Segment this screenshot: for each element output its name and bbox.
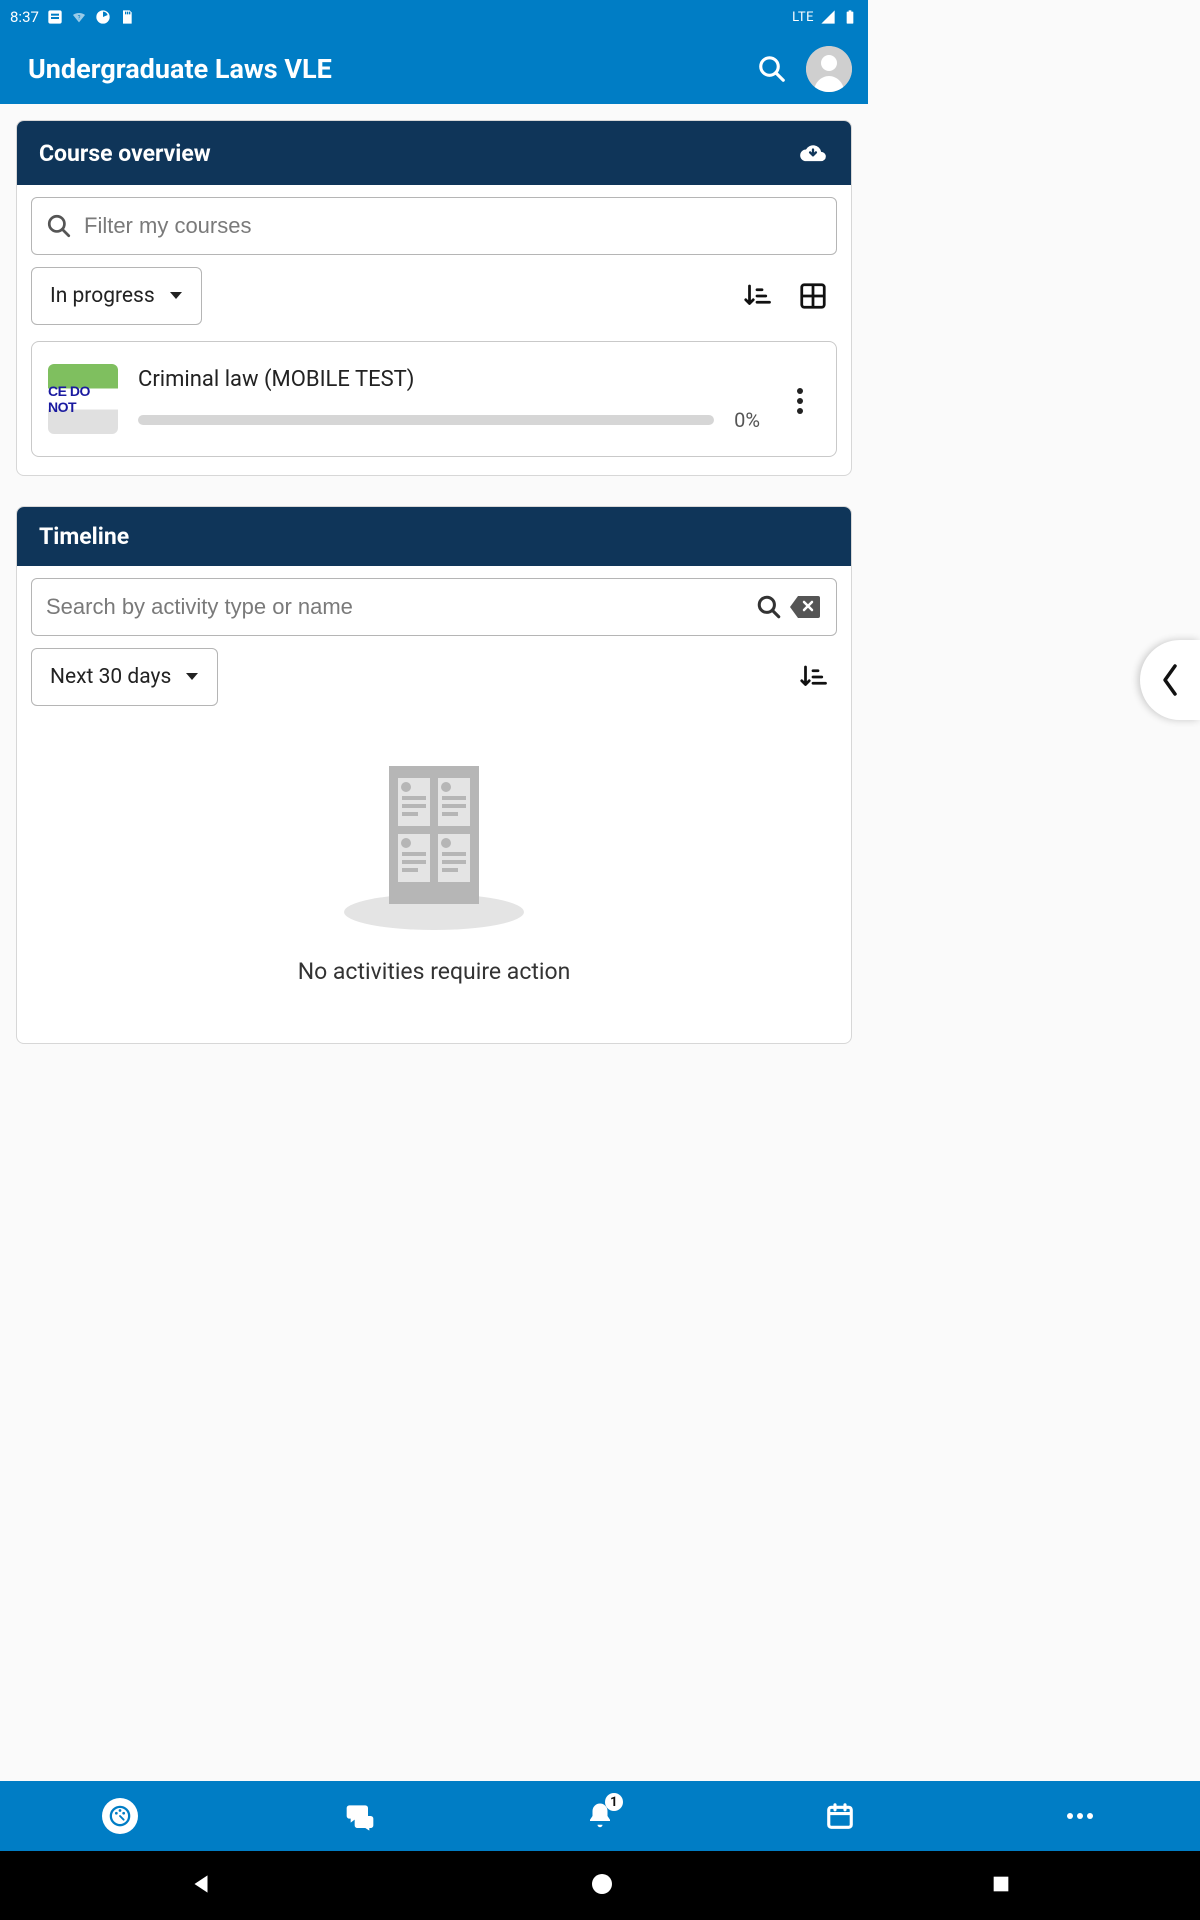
sort-icon: [798, 662, 828, 692]
course-overview-title: Course overview: [39, 140, 797, 167]
search-icon: [46, 213, 72, 239]
profile-avatar[interactable]: [806, 46, 852, 92]
nav-more[interactable]: [960, 1781, 1200, 1851]
timeline-empty-state: No activities require action: [31, 722, 837, 1025]
timeline-search-box[interactable]: [31, 578, 837, 636]
side-drawer-toggle[interactable]: [1140, 640, 1200, 720]
app-badge-icon: [47, 9, 63, 25]
sort-icon: [742, 281, 772, 311]
battery-icon: [842, 9, 858, 25]
course-progress-percent: 0%: [734, 408, 760, 432]
course-layout-button[interactable]: [789, 272, 837, 320]
kebab-menu-icon: [796, 387, 804, 415]
system-recents-button[interactable]: [990, 1873, 1012, 1899]
page-title: Undergraduate Laws VLE: [28, 53, 748, 85]
course-overview-header: Course overview: [17, 121, 851, 185]
circle-home-icon: [590, 1872, 614, 1896]
status-time: 8:37: [10, 8, 39, 26]
chat-icon: [344, 1800, 376, 1832]
calendar-icon: [825, 1801, 855, 1831]
course-progress-bar: [138, 415, 714, 425]
nav-calendar[interactable]: [720, 1781, 960, 1851]
grid-icon: [798, 281, 828, 311]
more-icon: [1065, 1811, 1095, 1821]
svg-text:?: ?: [78, 15, 81, 22]
status-bar: 8:37 ? LTE: [0, 0, 868, 34]
avatar-placeholder-icon: [806, 46, 852, 92]
course-title: Criminal law (MOBILE TEST): [138, 367, 760, 392]
course-thumbnail: CE DO NOT: [48, 364, 118, 434]
empty-activities-text: No activities require action: [298, 958, 571, 985]
search-icon: [756, 594, 782, 620]
timeline-range-dropdown[interactable]: Next 30 days: [31, 648, 218, 706]
chevron-left-icon: [1159, 662, 1181, 698]
clock-icon: [95, 9, 111, 25]
course-status-label: In progress: [50, 284, 155, 308]
notifications-badge: 1: [605, 1793, 623, 1811]
timeline-range-label: Next 30 days: [50, 665, 171, 689]
course-status-dropdown[interactable]: In progress: [31, 267, 202, 325]
course-item[interactable]: CE DO NOT Criminal law (MOBILE TEST) 0%: [31, 341, 837, 457]
empty-activities-icon: [334, 756, 534, 932]
sd-card-icon: [119, 9, 135, 25]
cloud-download-icon: [799, 139, 827, 167]
chevron-down-icon: [169, 291, 183, 301]
timeline-title: Timeline: [39, 523, 829, 550]
timeline-sort-button[interactable]: [789, 653, 837, 701]
course-filter-box[interactable]: [31, 197, 837, 255]
system-home-button[interactable]: [590, 1872, 614, 1900]
course-filter-input[interactable]: [84, 213, 822, 239]
timeline-header: Timeline: [17, 507, 851, 566]
download-courses-button[interactable]: [797, 137, 829, 169]
course-sort-button[interactable]: [733, 272, 781, 320]
search-icon: [757, 54, 787, 84]
signal-icon: [820, 9, 836, 25]
course-overview-card: Course overview In progress: [16, 120, 852, 476]
bottom-navigation: 1: [0, 1781, 1200, 1851]
chevron-down-icon: [185, 672, 199, 682]
system-back-button[interactable]: [188, 1871, 214, 1901]
network-label: LTE: [792, 10, 814, 25]
square-recents-icon: [990, 1873, 1012, 1895]
timeline-card: Timeline Next 30 days: [16, 506, 852, 1044]
nav-dashboard[interactable]: [0, 1781, 240, 1851]
backspace-icon[interactable]: [788, 594, 822, 620]
app-header: Undergraduate Laws VLE: [0, 34, 868, 104]
system-navigation: [0, 1851, 1200, 1920]
timeline-search-input[interactable]: [46, 594, 744, 620]
nav-messages[interactable]: [240, 1781, 480, 1851]
triangle-back-icon: [188, 1871, 214, 1897]
nav-notifications[interactable]: 1: [480, 1781, 720, 1851]
dashboard-icon: [109, 1805, 131, 1827]
course-thumb-text: CE DO NOT: [48, 383, 118, 415]
wifi-icon: ?: [71, 9, 87, 25]
course-menu-button[interactable]: [780, 383, 820, 415]
header-search-button[interactable]: [748, 45, 796, 93]
